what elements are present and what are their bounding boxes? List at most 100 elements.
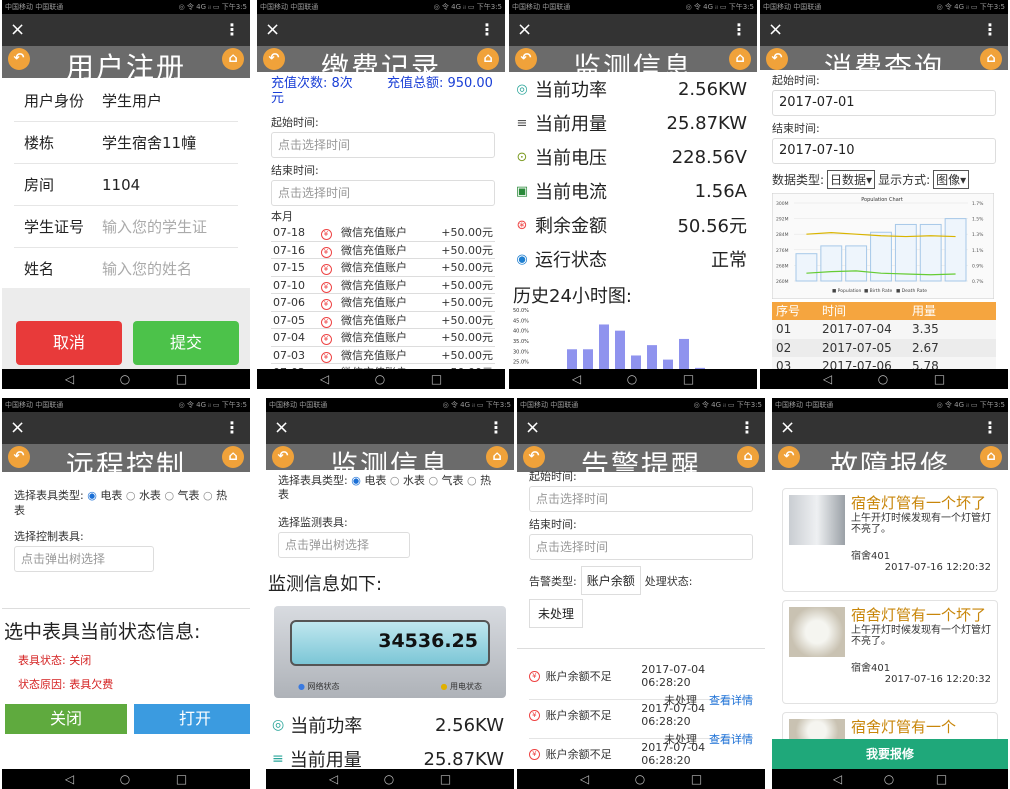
form-row-identity[interactable]: 用户身份 学生用户 [14, 80, 238, 122]
back-nav-icon[interactable]: ◁ [580, 772, 589, 786]
back-nav-icon[interactable]: ◁ [320, 372, 329, 386]
form-row-room[interactable]: 房间 1104 [14, 164, 238, 206]
start-time-input[interactable]: 点击选择时间 [529, 486, 753, 512]
payment-record[interactable]: 07-03 ¥ 微信充值账户 +50.00元 [271, 347, 495, 364]
home-nav-icon[interactable]: ○ [627, 372, 637, 386]
name-field[interactable]: 姓名 输入您的姓名 [14, 248, 238, 290]
more-menu-icon[interactable]: ⋮ [739, 416, 755, 440]
radio-water[interactable]: ○ [390, 474, 403, 487]
close-icon[interactable]: × [780, 416, 795, 440]
radio-water[interactable]: ○ [126, 489, 139, 502]
more-menu-icon[interactable]: ⋮ [982, 18, 998, 42]
repair-card[interactable]: 宿舍灯管有一个坏了 上午开灯时候发现有一个灯管灯不亮了。 宿舍401 2017-07-… [782, 600, 998, 704]
radio-heat[interactable]: ○ [203, 489, 216, 502]
back-nav-icon[interactable]: ◁ [329, 772, 338, 786]
submit-button[interactable]: 提交 [133, 321, 239, 365]
cancel-button[interactable]: 取消 [16, 321, 122, 365]
start-time-input[interactable]: 2017-07-01 [772, 90, 996, 116]
back-nav-icon[interactable]: ◁ [833, 772, 842, 786]
recent-nav-icon[interactable]: □ [176, 372, 187, 386]
student-id-field[interactable]: 学生证号 输入您的学生证 [14, 206, 238, 248]
back-icon[interactable]: ↶ [523, 446, 545, 468]
more-menu-icon[interactable]: ⋮ [224, 416, 240, 440]
more-menu-icon[interactable]: ⋮ [479, 18, 495, 42]
back-icon[interactable]: ↶ [515, 48, 537, 70]
payment-record[interactable]: 07-05 ¥ 微信充值账户 +50.00元 [271, 312, 495, 329]
close-meter-button[interactable]: 关闭 [5, 704, 127, 734]
back-nav-icon[interactable]: ◁ [65, 372, 74, 386]
repair-card[interactable]: 宿舍灯管有一个 [782, 712, 998, 743]
repair-card[interactable]: 宿舍灯管有一个坏了 上午开灯时候发现有一个灯管灯不亮了。 宿舍401 2017-07-… [782, 488, 998, 592]
payment-record[interactable]: 07-18 ¥ 微信充值账户 +50.00元 [271, 224, 495, 242]
home-icon[interactable]: ⌂ [222, 446, 244, 468]
home-nav-icon[interactable]: ○ [878, 372, 888, 386]
home-nav-icon[interactable]: ○ [120, 372, 130, 386]
data-type-select[interactable]: 日数据▾ [827, 170, 876, 189]
close-icon[interactable]: × [517, 18, 532, 42]
recent-nav-icon[interactable]: □ [691, 772, 702, 786]
more-menu-icon[interactable]: ⋮ [488, 416, 504, 440]
radio-heat[interactable]: ○ [467, 474, 480, 487]
close-icon[interactable]: × [274, 416, 289, 440]
back-icon[interactable]: ↶ [263, 48, 285, 70]
home-nav-icon[interactable]: ○ [384, 772, 394, 786]
payment-record[interactable]: 07-15 ¥ 微信充值账户 +50.00元 [271, 259, 495, 277]
recent-nav-icon[interactable]: □ [936, 772, 947, 786]
radio-gas[interactable]: ○ [164, 489, 177, 502]
radio-electric[interactable]: ◉ [351, 474, 364, 487]
report-repair-button[interactable]: 我要报修 [772, 739, 1008, 769]
back-icon[interactable]: ↶ [766, 48, 788, 70]
recent-nav-icon[interactable]: □ [440, 772, 451, 786]
tree-select-input[interactable]: 点击弹出树选择 [14, 546, 154, 572]
payment-record[interactable]: 07-10 ¥ 微信充值账户 +50.00元 [271, 277, 495, 294]
alarm-type-select[interactable]: 账户余额 [580, 566, 641, 595]
home-icon[interactable]: ⌂ [486, 446, 508, 468]
back-icon[interactable]: ↶ [8, 48, 30, 70]
home-icon[interactable]: ⌂ [222, 48, 244, 70]
radio-gas[interactable]: ○ [428, 474, 441, 487]
home-icon[interactable]: ⌂ [737, 446, 759, 468]
recent-nav-icon[interactable]: □ [431, 372, 442, 386]
display-mode-select[interactable]: 图像▾ [933, 170, 970, 189]
alarm-item[interactable]: ¥账户余额不足2017-07-04 06:28:20未处理查看详情 [529, 700, 753, 746]
alarm-item[interactable]: ¥账户余额不足2017-07-04 06:28:20未处理查看详情 [529, 739, 753, 769]
home-nav-icon[interactable]: ○ [635, 772, 645, 786]
home-nav-icon[interactable]: ○ [375, 372, 385, 386]
alarm-state-select[interactable]: 未处理 [529, 599, 584, 628]
more-menu-icon[interactable]: ⋮ [982, 416, 998, 440]
payment-record[interactable]: 07-04 ¥ 微信充值账户 +50.00元 [271, 329, 495, 347]
table-row[interactable]: 02 2017-07-05 2.67 [772, 338, 996, 357]
close-icon[interactable]: × [10, 18, 25, 42]
tree-select-input[interactable]: 点击弹出树选择 [278, 532, 410, 558]
end-time-input[interactable]: 点击选择时间 [529, 534, 753, 560]
close-icon[interactable]: × [525, 416, 540, 440]
table-row[interactable]: 01 2017-07-04 3.35 [772, 320, 996, 339]
alarm-item[interactable]: ¥账户余额不足2017-07-04 06:28:20未处理查看详情 [529, 661, 753, 707]
form-row-building[interactable]: 楼栋 学生宿舍11幢 [14, 122, 238, 164]
back-icon[interactable]: ↶ [778, 446, 800, 468]
back-nav-icon[interactable]: ◁ [572, 372, 581, 386]
payment-record[interactable]: 07-16 ¥ 微信充值账户 +50.00元 [271, 242, 495, 259]
radio-electric[interactable]: ◉ [87, 489, 100, 502]
home-icon[interactable]: ⌂ [477, 48, 499, 70]
home-nav-icon[interactable]: ○ [120, 772, 130, 786]
close-icon[interactable]: × [768, 18, 783, 42]
home-nav-icon[interactable]: ○ [884, 772, 894, 786]
home-icon[interactable]: ⌂ [980, 48, 1002, 70]
back-nav-icon[interactable]: ◁ [823, 372, 832, 386]
back-icon[interactable]: ↶ [272, 446, 294, 468]
end-time-input[interactable]: 2017-07-10 [772, 138, 996, 164]
end-time-input[interactable]: 点击选择时间 [271, 180, 495, 206]
table-row[interactable]: 03 2017-07-06 5.78 [772, 357, 996, 369]
close-icon[interactable]: × [265, 18, 280, 42]
close-icon[interactable]: × [10, 416, 25, 440]
recent-nav-icon[interactable]: □ [934, 372, 945, 386]
home-icon[interactable]: ⌂ [980, 446, 1002, 468]
start-time-input[interactable]: 点击选择时间 [271, 132, 495, 158]
more-menu-icon[interactable]: ⋮ [731, 18, 747, 42]
recent-nav-icon[interactable]: □ [683, 372, 694, 386]
home-icon[interactable]: ⌂ [729, 48, 751, 70]
back-nav-icon[interactable]: ◁ [65, 772, 74, 786]
open-meter-button[interactable]: 打开 [134, 704, 250, 734]
payment-record[interactable]: 07-06 ¥ 微信充值账户 +50.00元 [271, 294, 495, 312]
